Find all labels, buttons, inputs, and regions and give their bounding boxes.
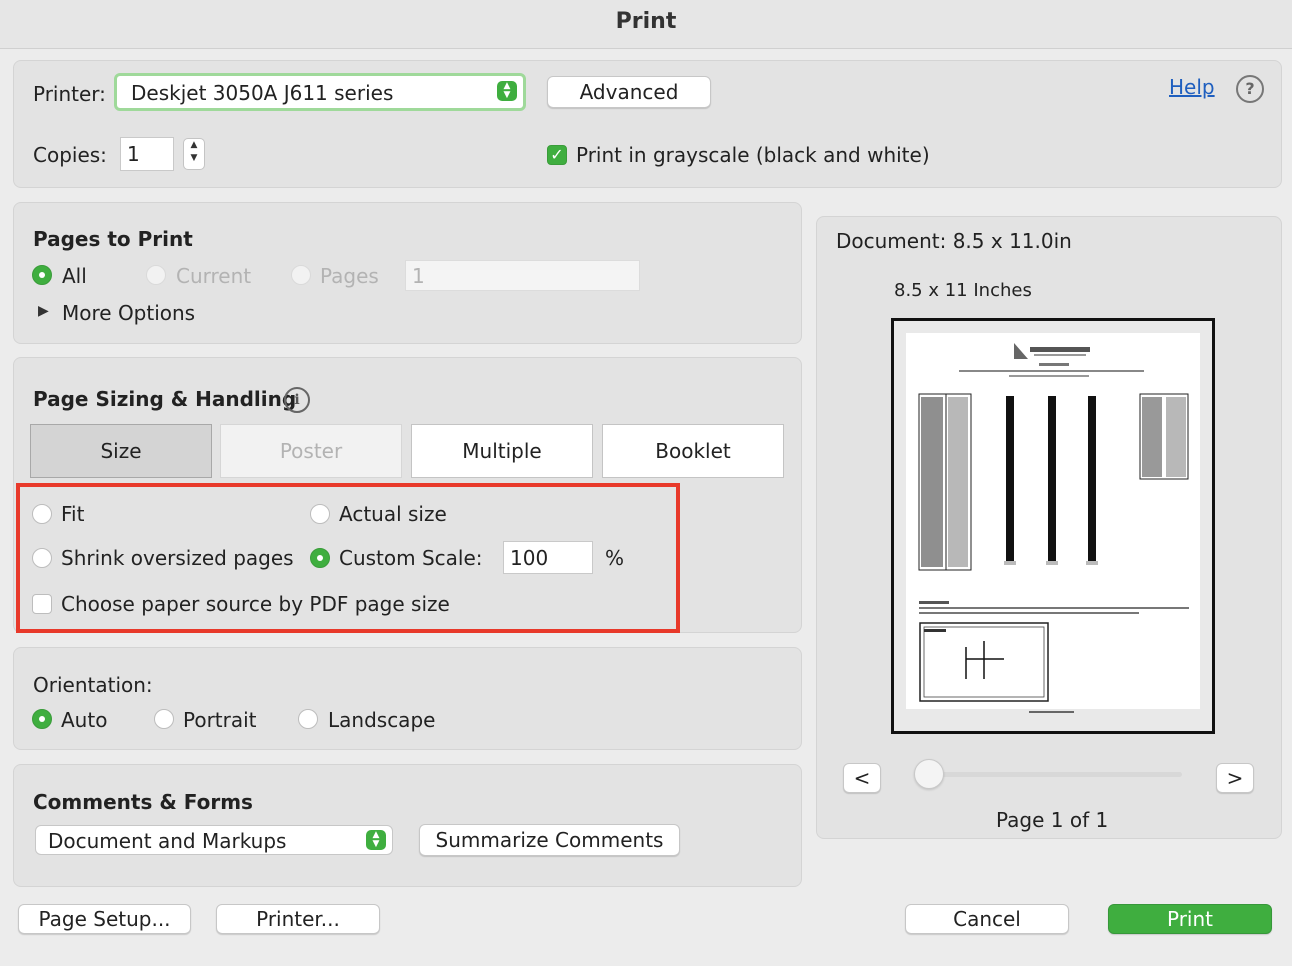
- printer-label: Printer:: [33, 82, 106, 106]
- more-options-toggle[interactable]: More Options: [62, 301, 195, 325]
- orientation-landscape-radio[interactable]: [298, 709, 318, 729]
- orientation-auto-radio[interactable]: [32, 709, 52, 729]
- printer-select-value: Deskjet 3050A J611 series: [131, 81, 394, 105]
- custom-scale-radio[interactable]: [310, 548, 330, 568]
- pages-range-radio[interactable]: [291, 265, 311, 285]
- custom-scale-input[interactable]: 100: [503, 541, 593, 574]
- comments-select-value: Document and Markups: [48, 829, 287, 853]
- page-setup-button[interactable]: Page Setup...: [18, 904, 191, 934]
- orientation-title: Orientation:: [33, 673, 153, 697]
- window-title: Print: [0, 0, 1292, 49]
- comments-title: Comments & Forms: [33, 790, 253, 814]
- help-link[interactable]: Help: [1169, 75, 1215, 99]
- select-arrows-icon: ▲ ▼: [366, 830, 386, 850]
- printer-button[interactable]: Printer...: [216, 904, 380, 934]
- page-indicator: Page 1 of 1: [996, 808, 1109, 832]
- printer-select[interactable]: Deskjet 3050A J611 series ▲ ▼: [114, 73, 526, 111]
- copies-stepper[interactable]: ▲ ▼: [183, 138, 205, 170]
- orientation-panel: [13, 647, 802, 750]
- page-slider-track[interactable]: [930, 772, 1182, 777]
- tab-multiple[interactable]: Multiple: [411, 424, 593, 478]
- copies-input[interactable]: 1: [120, 137, 174, 171]
- pages-all-label: All: [62, 264, 87, 288]
- print-button[interactable]: Print: [1108, 904, 1272, 934]
- info-icon[interactable]: i: [284, 387, 310, 413]
- pages-all-radio[interactable]: [32, 265, 52, 285]
- page-preview: [891, 318, 1215, 734]
- grayscale-checkbox[interactable]: ✓: [547, 145, 567, 165]
- custom-scale-label: Custom Scale:: [339, 546, 483, 570]
- shrink-label: Shrink oversized pages: [61, 546, 294, 570]
- disclosure-triangle-icon[interactable]: ▶: [38, 303, 49, 319]
- tab-booklet[interactable]: Booklet: [602, 424, 784, 478]
- pages-range-label: Pages: [320, 264, 379, 288]
- orientation-landscape-label: Landscape: [328, 708, 436, 732]
- summarize-comments-button[interactable]: Summarize Comments: [419, 824, 680, 856]
- pages-range-input[interactable]: 1: [405, 260, 640, 291]
- fit-radio[interactable]: [32, 504, 52, 524]
- tab-size[interactable]: Size: [30, 424, 212, 478]
- preview-thumbnail: [894, 321, 1212, 731]
- orientation-portrait-radio[interactable]: [154, 709, 174, 729]
- help-question-icon[interactable]: ?: [1236, 75, 1264, 103]
- page-slider-thumb[interactable]: [914, 759, 944, 789]
- pages-current-radio[interactable]: [146, 265, 166, 285]
- orientation-portrait-label: Portrait: [183, 708, 257, 732]
- copies-label: Copies:: [33, 143, 107, 167]
- select-arrows-icon: ▲ ▼: [497, 81, 517, 101]
- pages-title: Pages to Print: [33, 227, 193, 251]
- document-size: Document: 8.5 x 11.0in: [836, 229, 1072, 253]
- orientation-auto-label: Auto: [61, 708, 108, 732]
- fit-label: Fit: [61, 502, 85, 526]
- advanced-button[interactable]: Advanced: [547, 76, 711, 108]
- percent-label: %: [605, 546, 625, 570]
- cancel-button[interactable]: Cancel: [905, 904, 1069, 934]
- actual-size-label: Actual size: [339, 502, 447, 526]
- tab-poster[interactable]: Poster: [220, 424, 402, 478]
- shrink-radio[interactable]: [32, 548, 52, 568]
- paper-size-label: 8.5 x 11 Inches: [894, 280, 1032, 301]
- paper-source-checkbox[interactable]: [32, 594, 52, 614]
- sizing-title: Page Sizing & Handling: [33, 387, 297, 411]
- comments-select[interactable]: Document and Markups ▲ ▼: [35, 825, 393, 855]
- actual-size-radio[interactable]: [310, 504, 330, 524]
- paper-source-label: Choose paper source by PDF page size: [61, 592, 450, 616]
- prev-page-button[interactable]: <: [843, 763, 881, 793]
- pages-current-label: Current: [176, 264, 252, 288]
- grayscale-label: Print in grayscale (black and white): [576, 143, 930, 167]
- next-page-button[interactable]: >: [1216, 763, 1254, 793]
